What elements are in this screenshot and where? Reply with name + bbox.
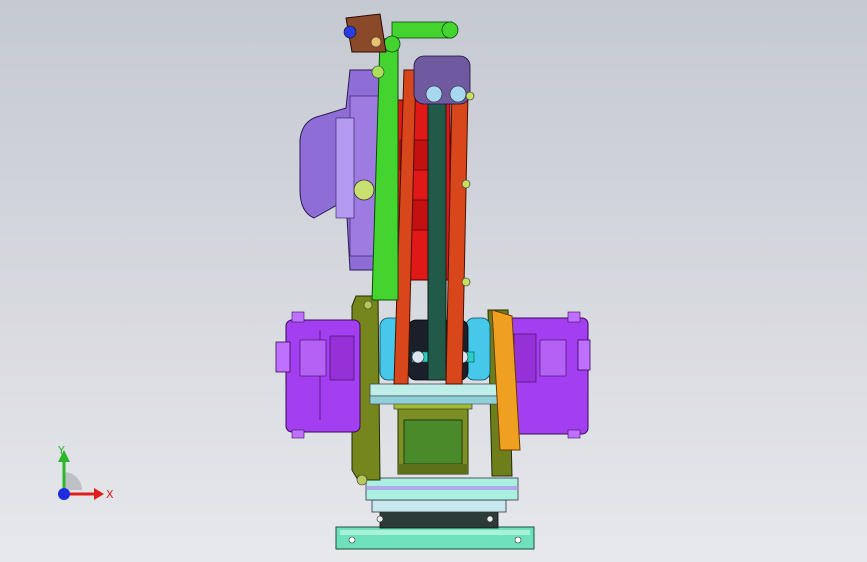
base-gearbox[interactable]	[393, 402, 473, 475]
robot-arm-model[interactable]	[0, 0, 867, 562]
left-motor[interactable]	[275, 311, 361, 439]
x-axis-arrowhead	[94, 488, 104, 500]
base-plate[interactable]	[335, 526, 535, 550]
3d-viewport[interactable]: Y X	[0, 0, 867, 562]
teal-link[interactable]	[427, 91, 447, 381]
right-motor[interactable]	[507, 311, 591, 439]
base-turntable[interactable]	[365, 477, 519, 529]
x-axis-label: X	[106, 488, 114, 501]
triad-plane-shading	[64, 472, 82, 490]
coordinate-triad: Y X	[57, 444, 114, 501]
end-effector[interactable]	[343, 13, 387, 53]
shoulder-crossbar[interactable]	[369, 383, 503, 405]
y-axis-label: Y	[57, 444, 65, 457]
z-axis-dot	[58, 488, 70, 500]
